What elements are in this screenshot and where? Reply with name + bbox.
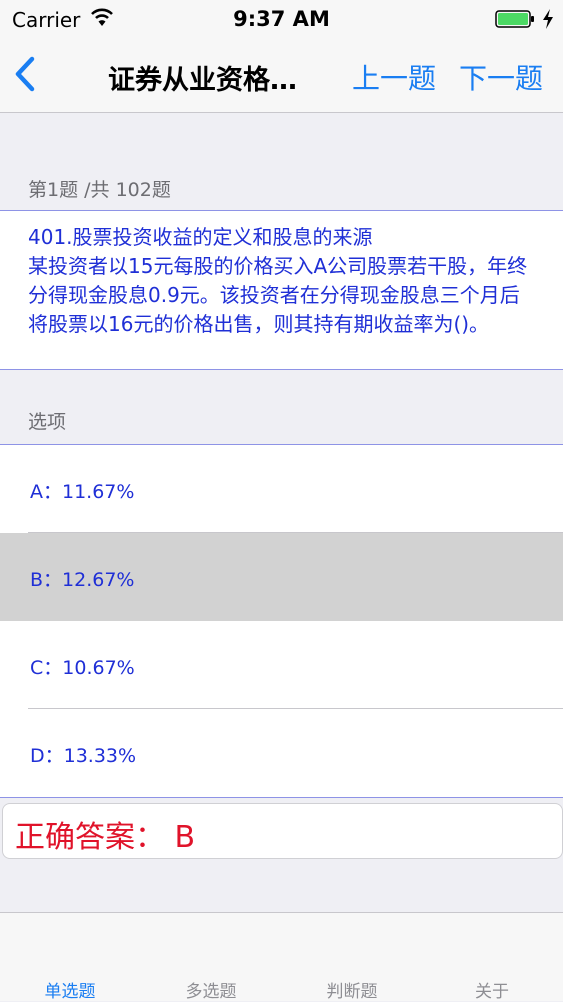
option-c-label: C：10.67% [30,657,135,679]
page-title: 证券从业资格… [108,65,297,96]
status-bar: Carrier 9:37 AM [0,0,563,40]
question-card: 401.股票投资收益的定义和股息的来源某投资者以15元每股的价格买入A公司股票若… [0,210,563,370]
tab-single-choice[interactable]: 单选题 [0,977,140,1002]
question-title-line: 401.股票投资收益的定义和股息的来源 [28,225,373,249]
option-c[interactable]: C：10.67% [0,621,563,709]
question-counter-header: 第1题 /共 102题 [0,165,563,209]
option-a-label: A：11.67% [30,481,135,503]
tab-about[interactable]: 关于 [422,977,562,1002]
correct-answer-text: 正确答案： B [15,820,196,855]
clock: 9:37 AM [233,7,330,31]
options-list: A：11.67% B：12.67% C：10.67% D：13.33% [0,444,563,798]
option-d-label: D：13.33% [30,745,137,767]
tab-multiple-choice[interactable]: 多选题 [141,977,281,1002]
options-header-label: 选项 [28,411,67,433]
battery-icon [495,10,534,28]
question-counter: 第1题 /共 102题 [28,179,171,201]
option-a[interactable]: A：11.67% [0,445,563,533]
charging-icon [543,9,553,29]
correct-answer-box: 正确答案： B [2,803,563,859]
tab-bar: 单选题 多选题 判断题 关于 [0,912,563,1002]
option-d[interactable]: D：13.33% [0,709,563,797]
navigation-bar: 证券从业资格… 上一题 下一题 [0,40,563,113]
question-body: 某投资者以15元每股的价格买入A公司股票若干股，年终分得现金股息0.9元。该投资… [28,254,528,336]
option-b-label: B：12.67% [30,569,135,591]
previous-question-button[interactable]: 上一题 [352,57,436,97]
tab-true-false[interactable]: 判断题 [282,977,422,1002]
question-text: 401.股票投资收益的定义和股息的来源某投资者以15元每股的价格买入A公司股票若… [28,223,538,339]
next-question-button[interactable]: 下一题 [459,57,543,97]
option-b[interactable]: B：12.67% [0,533,563,621]
back-chevron-icon[interactable] [10,54,40,94]
options-header: 选项 [0,397,563,441]
